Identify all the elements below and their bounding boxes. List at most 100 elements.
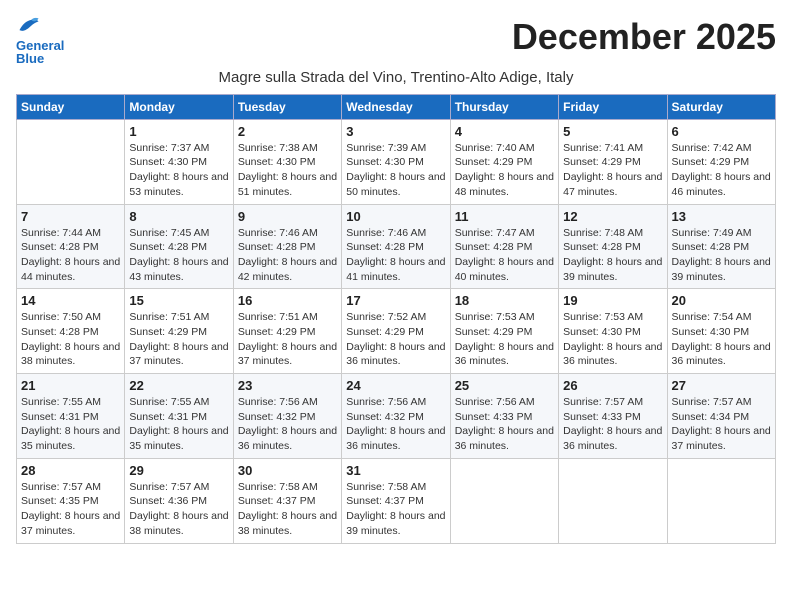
- day-cell: 2 Sunrise: 7:38 AMSunset: 4:30 PMDaylight…: [233, 119, 341, 204]
- day-info: Sunrise: 7:55 AMSunset: 4:31 PMDaylight:…: [129, 395, 228, 454]
- day-info: Sunrise: 7:57 AMSunset: 4:33 PMDaylight:…: [563, 395, 662, 454]
- day-cell: 31 Sunrise: 7:58 AMSunset: 4:37 PMDayligh…: [342, 458, 450, 543]
- header-cell-monday: Monday: [125, 94, 233, 119]
- day-info: Sunrise: 7:58 AMSunset: 4:37 PMDaylight:…: [238, 480, 337, 539]
- week-row-5: 28 Sunrise: 7:57 AMSunset: 4:35 PMDayligh…: [17, 458, 776, 543]
- day-cell: 9Sunrise: 7:46 AMSunset: 4:28 PMDaylight…: [233, 204, 341, 289]
- day-number: 16: [238, 293, 337, 308]
- day-cell: 19Sunrise: 7:53 AMSunset: 4:30 PMDayligh…: [559, 289, 667, 374]
- day-cell: 27 Sunrise: 7:57 AMSunset: 4:34 PMDayligh…: [667, 374, 775, 459]
- day-number: 24: [346, 378, 445, 393]
- day-number: 17: [346, 293, 445, 308]
- day-cell: 25 Sunrise: 7:56 AMSunset: 4:33 PMDayligh…: [450, 374, 558, 459]
- day-info: Sunrise: 7:57 AMSunset: 4:34 PMDaylight:…: [672, 395, 771, 454]
- day-info: Sunrise: 7:44 AMSunset: 4:28 PMDaylight:…: [21, 226, 120, 285]
- header: General Blue December 2025: [16, 16, 776, 65]
- day-cell: 21Sunrise: 7:55 AMSunset: 4:31 PMDayligh…: [17, 374, 125, 459]
- day-cell: 11Sunrise: 7:47 AMSunset: 4:28 PMDayligh…: [450, 204, 558, 289]
- day-info: Sunrise: 7:46 AMSunset: 4:28 PMDaylight:…: [238, 226, 337, 285]
- day-number: 3: [346, 124, 445, 139]
- day-number: 10: [346, 209, 445, 224]
- day-cell: 3Sunrise: 7:39 AMSunset: 4:30 PMDaylight…: [342, 119, 450, 204]
- day-number: 19: [563, 293, 662, 308]
- day-info: Sunrise: 7:40 AMSunset: 4:29 PMDaylight:…: [455, 141, 554, 200]
- day-cell: 26 Sunrise: 7:57 AMSunset: 4:33 PMDayligh…: [559, 374, 667, 459]
- day-number: 15: [129, 293, 228, 308]
- day-info: Sunrise: 7:51 AMSunset: 4:29 PMDaylight:…: [129, 310, 228, 369]
- day-cell: [17, 119, 125, 204]
- day-number: 25: [455, 378, 554, 393]
- day-number: 7: [21, 209, 120, 224]
- day-cell: 8 Sunrise: 7:45 AMSunset: 4:28 PMDaylight…: [125, 204, 233, 289]
- day-info: Sunrise: 7:41 AMSunset: 4:29 PMDaylight:…: [563, 141, 662, 200]
- logo: General Blue: [16, 16, 64, 65]
- day-number: 14: [21, 293, 120, 308]
- subtitle: Magre sulla Strada del Vino, Trentino-Al…: [16, 69, 776, 86]
- day-number: 27: [672, 378, 771, 393]
- day-cell: 7 Sunrise: 7:44 AMSunset: 4:28 PMDaylight…: [17, 204, 125, 289]
- calendar-table: SundayMondayTuesdayWednesdayThursdayFrid…: [16, 94, 776, 544]
- day-cell: [450, 458, 558, 543]
- day-cell: 1 Sunrise: 7:37 AMSunset: 4:30 PMDaylight…: [125, 119, 233, 204]
- week-row-3: 14Sunrise: 7:50 AMSunset: 4:28 PMDayligh…: [17, 289, 776, 374]
- day-number: 2: [238, 124, 337, 139]
- day-cell: 13 Sunrise: 7:49 AMSunset: 4:28 PMDayligh…: [667, 204, 775, 289]
- day-info: Sunrise: 7:55 AMSunset: 4:31 PMDaylight:…: [21, 395, 120, 454]
- day-info: Sunrise: 7:57 AMSunset: 4:36 PMDaylight:…: [129, 480, 228, 539]
- day-cell: 24 Sunrise: 7:56 AMSunset: 4:32 PMDayligh…: [342, 374, 450, 459]
- header-cell-wednesday: Wednesday: [342, 94, 450, 119]
- day-number: 1: [129, 124, 228, 139]
- month-title: December 2025: [512, 16, 776, 58]
- week-row-1: 1 Sunrise: 7:37 AMSunset: 4:30 PMDaylight…: [17, 119, 776, 204]
- day-cell: [667, 458, 775, 543]
- day-number: 13: [672, 209, 771, 224]
- day-cell: 17 Sunrise: 7:52 AMSunset: 4:29 PMDayligh…: [342, 289, 450, 374]
- day-number: 11: [455, 209, 554, 224]
- day-number: 30: [238, 463, 337, 478]
- day-cell: 5 Sunrise: 7:41 AMSunset: 4:29 PMDaylight…: [559, 119, 667, 204]
- day-info: Sunrise: 7:38 AMSunset: 4:30 PMDaylight:…: [238, 141, 337, 200]
- day-info: Sunrise: 7:37 AMSunset: 4:30 PMDaylight:…: [129, 141, 228, 200]
- header-row: SundayMondayTuesdayWednesdayThursdayFrid…: [17, 94, 776, 119]
- page-container: General Blue December 2025 Magre sulla S…: [16, 16, 776, 544]
- day-info: Sunrise: 7:58 AMSunset: 4:37 PMDaylight:…: [346, 480, 445, 539]
- day-number: 18: [455, 293, 554, 308]
- day-info: Sunrise: 7:56 AMSunset: 4:33 PMDaylight:…: [455, 395, 554, 454]
- day-number: 23: [238, 378, 337, 393]
- day-info: Sunrise: 7:46 AMSunset: 4:28 PMDaylight:…: [346, 226, 445, 285]
- day-cell: 16 Sunrise: 7:51 AMSunset: 4:29 PMDayligh…: [233, 289, 341, 374]
- header-cell-thursday: Thursday: [450, 94, 558, 119]
- day-number: 28: [21, 463, 120, 478]
- day-cell: 15 Sunrise: 7:51 AMSunset: 4:29 PMDayligh…: [125, 289, 233, 374]
- day-number: 8: [129, 209, 228, 224]
- day-number: 6: [672, 124, 771, 139]
- day-cell: 6 Sunrise: 7:42 AMSunset: 4:29 PMDaylight…: [667, 119, 775, 204]
- day-info: Sunrise: 7:57 AMSunset: 4:35 PMDaylight:…: [21, 480, 120, 539]
- day-info: Sunrise: 7:51 AMSunset: 4:29 PMDaylight:…: [238, 310, 337, 369]
- day-cell: 4Sunrise: 7:40 AMSunset: 4:29 PMDaylight…: [450, 119, 558, 204]
- logo-bird-icon: [18, 16, 40, 34]
- day-info: Sunrise: 7:42 AMSunset: 4:29 PMDaylight:…: [672, 141, 771, 200]
- day-cell: 20Sunrise: 7:54 AMSunset: 4:30 PMDayligh…: [667, 289, 775, 374]
- header-cell-tuesday: Tuesday: [233, 94, 341, 119]
- day-info: Sunrise: 7:45 AMSunset: 4:28 PMDaylight:…: [129, 226, 228, 285]
- day-info: Sunrise: 7:56 AMSunset: 4:32 PMDaylight:…: [346, 395, 445, 454]
- day-cell: 28 Sunrise: 7:57 AMSunset: 4:35 PMDayligh…: [17, 458, 125, 543]
- day-number: 31: [346, 463, 445, 478]
- day-number: 5: [563, 124, 662, 139]
- day-cell: 14Sunrise: 7:50 AMSunset: 4:28 PMDayligh…: [17, 289, 125, 374]
- day-cell: 29Sunrise: 7:57 AMSunset: 4:36 PMDayligh…: [125, 458, 233, 543]
- day-info: Sunrise: 7:49 AMSunset: 4:28 PMDaylight:…: [672, 226, 771, 285]
- day-cell: 23Sunrise: 7:56 AMSunset: 4:32 PMDayligh…: [233, 374, 341, 459]
- day-info: Sunrise: 7:53 AMSunset: 4:29 PMDaylight:…: [455, 310, 554, 369]
- day-cell: 18 Sunrise: 7:53 AMSunset: 4:29 PMDayligh…: [450, 289, 558, 374]
- day-cell: 30 Sunrise: 7:58 AMSunset: 4:37 PMDayligh…: [233, 458, 341, 543]
- day-info: Sunrise: 7:52 AMSunset: 4:29 PMDaylight:…: [346, 310, 445, 369]
- day-number: 12: [563, 209, 662, 224]
- day-cell: 22 Sunrise: 7:55 AMSunset: 4:31 PMDayligh…: [125, 374, 233, 459]
- week-row-2: 7 Sunrise: 7:44 AMSunset: 4:28 PMDaylight…: [17, 204, 776, 289]
- day-number: 26: [563, 378, 662, 393]
- day-number: 22: [129, 378, 228, 393]
- week-row-4: 21Sunrise: 7:55 AMSunset: 4:31 PMDayligh…: [17, 374, 776, 459]
- day-info: Sunrise: 7:54 AMSunset: 4:30 PMDaylight:…: [672, 310, 771, 369]
